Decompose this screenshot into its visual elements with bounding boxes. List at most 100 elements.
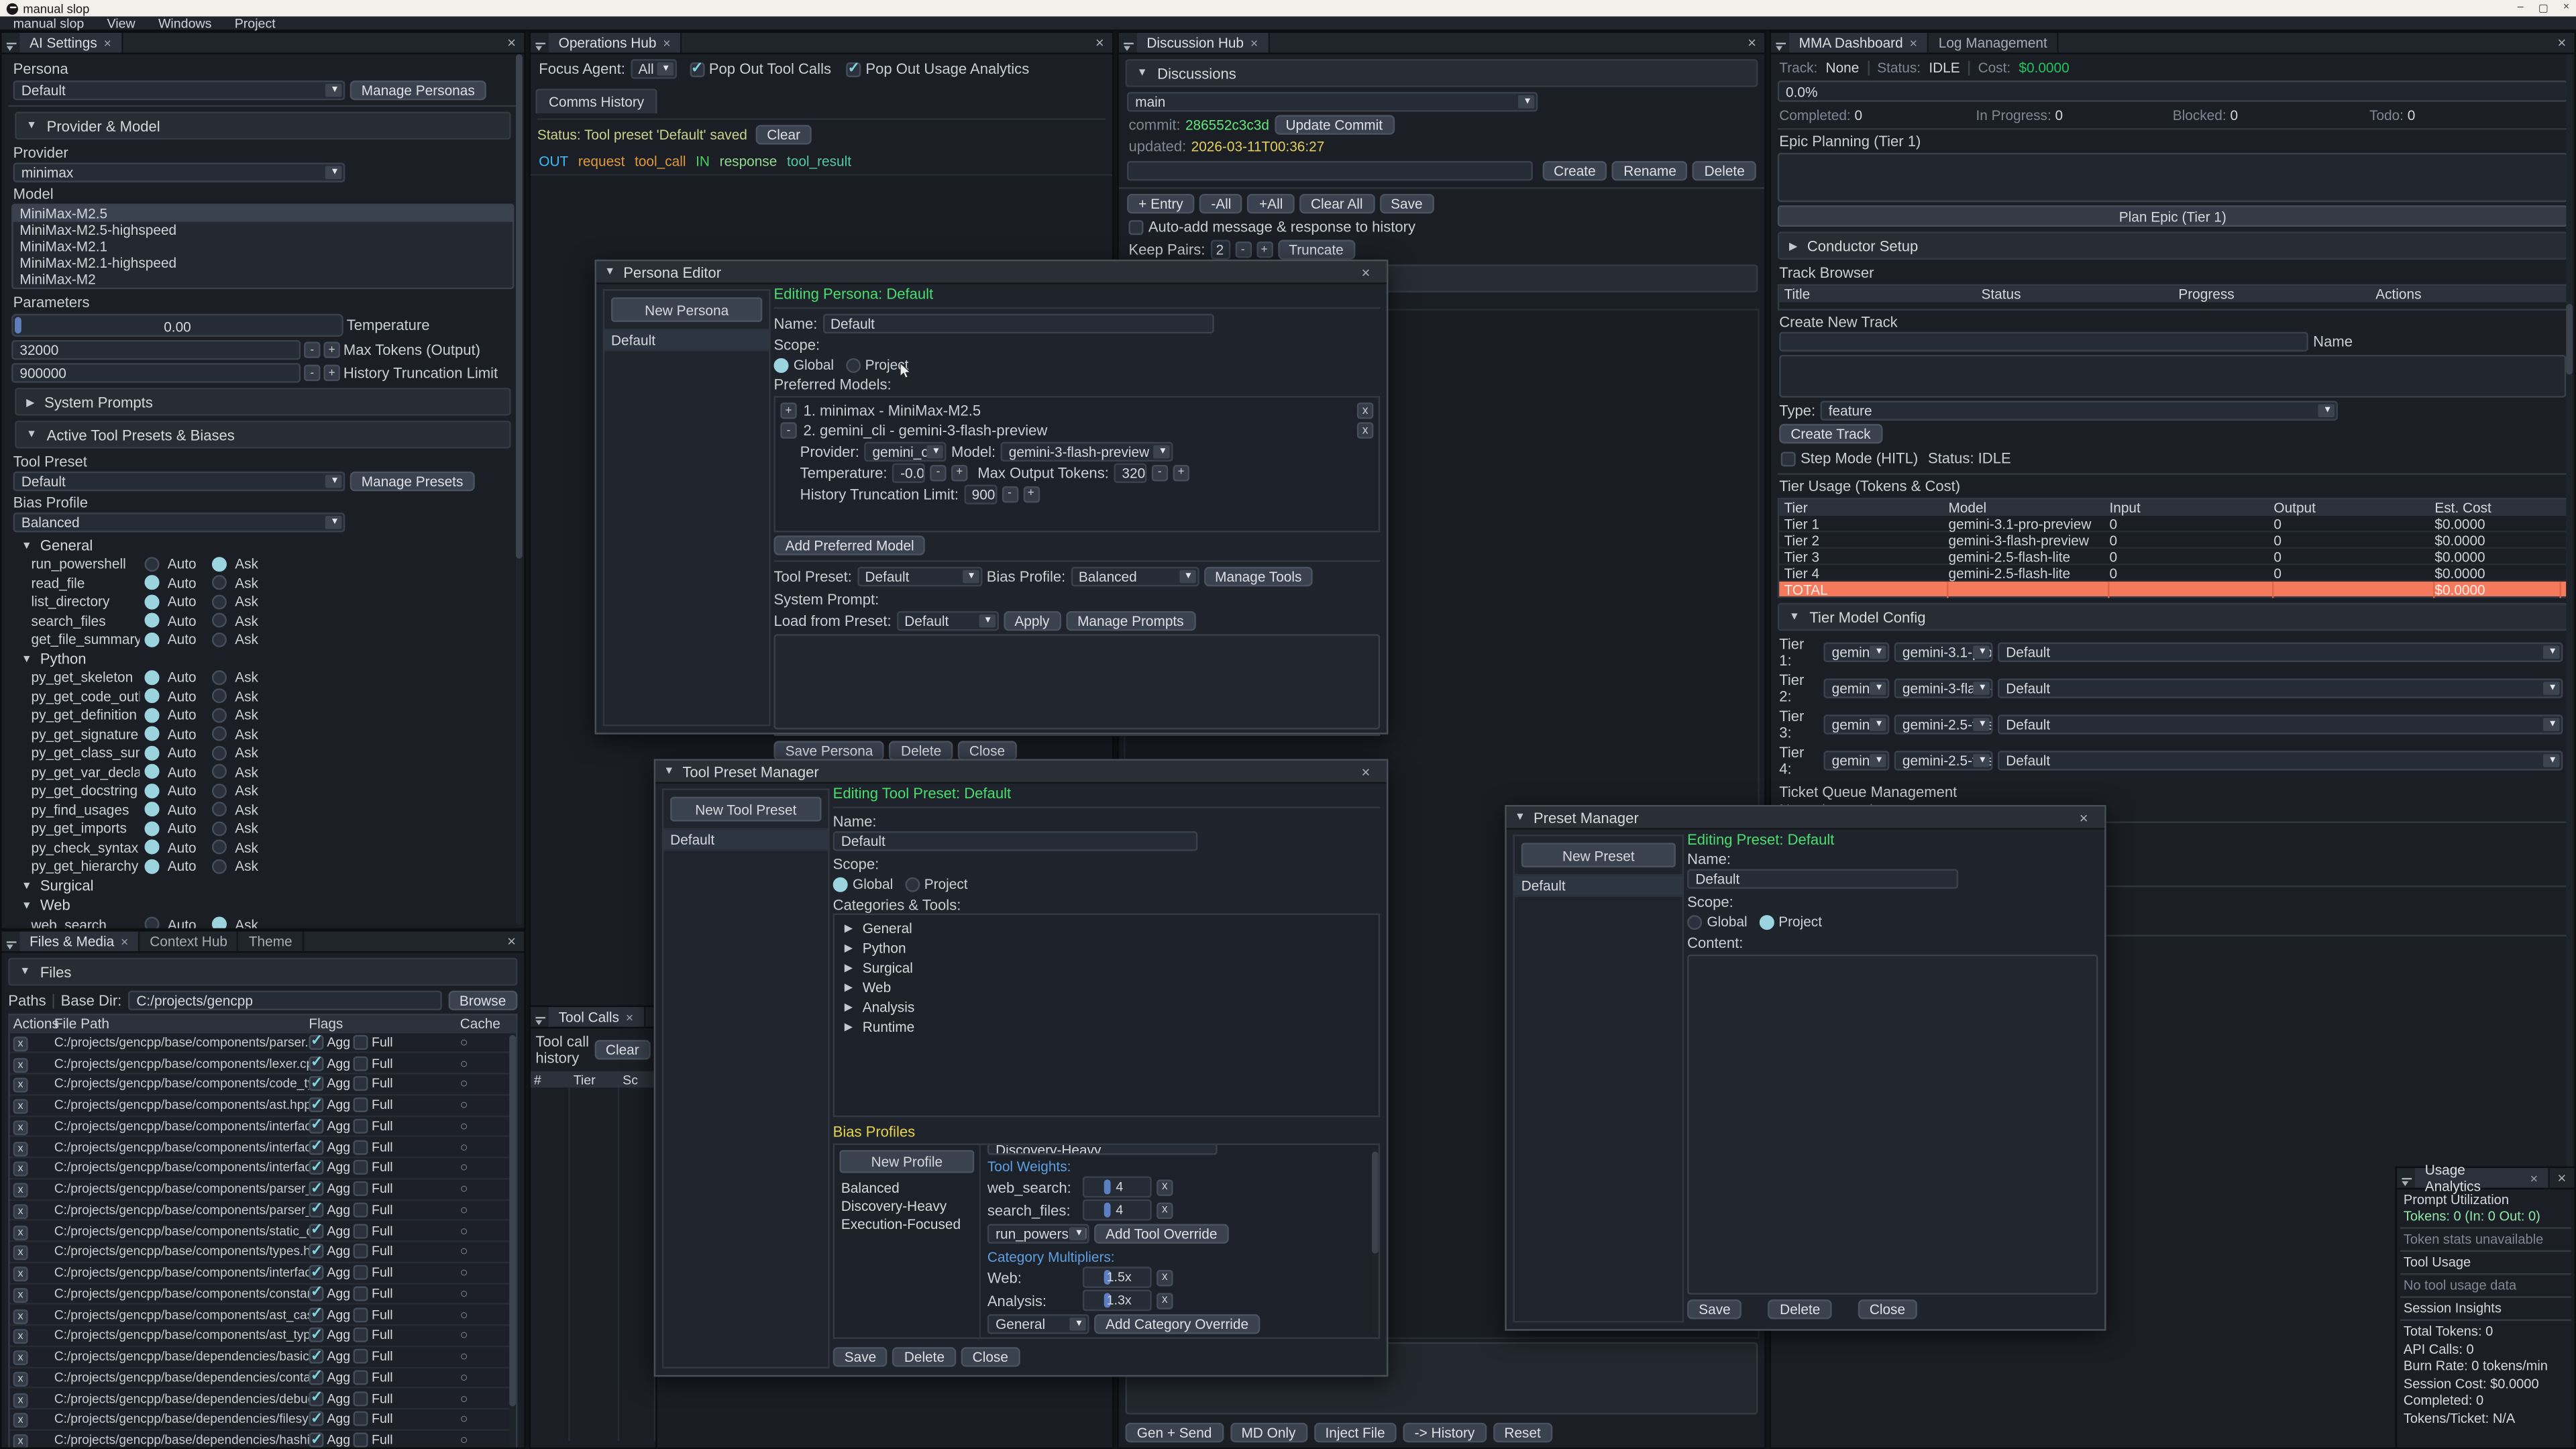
full-checkbox[interactable] — [354, 1118, 368, 1133]
pm-history-input[interactable]: 900000 — [963, 484, 996, 503]
delete-persona-button[interactable]: Delete — [890, 741, 953, 760]
decrement-button[interactable]: - — [304, 341, 320, 358]
ask-radio[interactable] — [212, 613, 227, 628]
category-item[interactable]: ▶General — [845, 920, 1368, 935]
remove-multiplier-button[interactable]: x — [1157, 1269, 1173, 1285]
scrollbar[interactable] — [509, 1035, 516, 1448]
rename-discussion-button[interactable]: Rename — [1612, 161, 1688, 180]
tool-group-header[interactable]: ▼Python — [21, 651, 518, 667]
dock-icon[interactable] — [1119, 33, 1137, 52]
menu-item[interactable]: View — [107, 15, 136, 30]
tier-model-select[interactable]: gemini-2.5-flash▼ — [1894, 751, 1993, 770]
full-checkbox[interactable] — [354, 1328, 368, 1343]
close-tab-icon[interactable]: × — [1909, 36, 1917, 50]
add-category-override-button[interactable]: Add Category Override — [1094, 1314, 1260, 1334]
pm-provider-select[interactable]: gemini_cli▼ — [864, 441, 946, 461]
clear-tool-calls-button[interactable]: Clear — [594, 1040, 651, 1059]
weight-slider[interactable]: 4 — [1083, 1176, 1152, 1197]
max-tokens-input[interactable]: 32000 — [11, 340, 301, 360]
tool-group-header[interactable]: ▼Web — [21, 898, 518, 914]
close-tab-icon[interactable]: × — [121, 934, 128, 949]
clear-status-button[interactable]: Clear — [755, 125, 812, 144]
bias-profile-item[interactable]: Discovery-Heavy — [835, 1196, 979, 1214]
full-checkbox[interactable] — [354, 1286, 368, 1301]
full-checkbox[interactable] — [354, 1202, 368, 1217]
close-dialog-button[interactable]: Close — [958, 741, 1017, 760]
new-persona-button[interactable]: New Persona — [611, 297, 762, 322]
weight-slider[interactable]: 4 — [1083, 1199, 1152, 1221]
agg-checkbox[interactable] — [309, 1265, 323, 1280]
decrement-button[interactable]: - — [930, 464, 946, 480]
composer-button[interactable]: MD Only — [1230, 1423, 1307, 1442]
tier-model-config-header[interactable]: ▼Tier Model Config — [1778, 603, 2568, 631]
composer-button[interactable]: Gen + Send — [1126, 1423, 1224, 1442]
dock-icon[interactable] — [531, 33, 549, 52]
manage-personas-button[interactable]: Manage Personas — [350, 80, 486, 100]
menu-item[interactable]: Project — [235, 15, 276, 30]
remove-file-button[interactable]: x — [13, 1204, 28, 1219]
full-checkbox[interactable] — [354, 1077, 368, 1091]
panel-close-icon[interactable]: × — [499, 34, 524, 50]
full-checkbox[interactable] — [354, 1370, 368, 1385]
save-preset-button[interactable]: Save — [1687, 1299, 1742, 1319]
tier-model-select[interactable]: gemini-3.1-pro-p▼ — [1894, 643, 1993, 662]
system-prompts-section-header[interactable]: ▶System Prompts — [15, 388, 511, 416]
agg-checkbox[interactable] — [309, 1307, 323, 1322]
panel-close-icon[interactable]: × — [1739, 34, 1764, 50]
agg-checkbox[interactable] — [309, 1161, 323, 1175]
update-commit-button[interactable]: Update Commit — [1274, 115, 1394, 134]
scope-global-radio[interactable] — [1687, 914, 1702, 929]
autoadd-checkbox[interactable] — [1128, 219, 1143, 234]
increment-button[interactable]: + — [1173, 464, 1189, 480]
scope-project-radio[interactable] — [1759, 914, 1774, 929]
increment-button[interactable]: + — [1023, 486, 1039, 502]
ask-radio[interactable] — [212, 556, 227, 571]
paths-label[interactable]: Paths — [8, 992, 46, 1008]
pm-temperature-input[interactable]: -0.0 — [892, 462, 925, 482]
collapse-icon[interactable]: ▼ — [1515, 812, 1525, 823]
temperature-slider[interactable]: 0.00 — [11, 314, 343, 337]
maximize-icon[interactable]: ▢ — [2538, 1, 2548, 15]
manage-tools-button[interactable]: Manage Tools — [1203, 567, 1313, 586]
dock-icon[interactable] — [1, 33, 19, 52]
tab-tool-calls[interactable]: Tool Calls× — [549, 1007, 645, 1026]
scope-global-radio[interactable] — [833, 877, 848, 892]
agg-checkbox[interactable] — [309, 1370, 323, 1385]
close-tab-icon[interactable]: × — [663, 36, 670, 50]
full-checkbox[interactable] — [354, 1391, 368, 1405]
full-checkbox[interactable] — [354, 1433, 368, 1448]
decrement-button[interactable]: - — [1152, 464, 1168, 480]
decrement-button[interactable]: - — [304, 365, 320, 381]
browse-button[interactable]: Browse — [448, 991, 518, 1010]
ask-radio[interactable] — [212, 859, 227, 873]
scope-global-radio[interactable] — [773, 358, 788, 372]
tab-mma-dashboard[interactable]: MMA Dashboard× — [1789, 33, 1929, 52]
tier-preset-select[interactable]: Default▼ — [1998, 643, 2563, 662]
increment-button[interactable]: + — [1256, 241, 1272, 258]
panel-close-icon[interactable]: × — [1087, 34, 1112, 50]
dialog-close-icon[interactable]: × — [2072, 809, 2096, 825]
ask-radio[interactable] — [212, 727, 227, 741]
new-profile-button[interactable]: New Profile — [839, 1150, 974, 1173]
discussions-section-header[interactable]: ▼Discussions — [1126, 59, 1758, 87]
remove-file-button[interactable]: x — [13, 1309, 28, 1324]
full-checkbox[interactable] — [354, 1244, 368, 1259]
agg-checkbox[interactable] — [309, 1433, 323, 1448]
conductor-setup-header[interactable]: ▶Conductor Setup — [1778, 231, 2568, 260]
full-checkbox[interactable] — [354, 1181, 368, 1196]
category-item[interactable]: ▶Web — [845, 979, 1368, 995]
multiplier-slider[interactable]: 1.5x — [1083, 1267, 1152, 1288]
panel-close-icon[interactable]: × — [499, 933, 524, 949]
remove-file-button[interactable]: x — [13, 1267, 28, 1281]
full-checkbox[interactable] — [354, 1265, 368, 1280]
remove-file-button[interactable]: x — [13, 1078, 28, 1093]
agg-checkbox[interactable] — [309, 1097, 323, 1112]
manage-presets-button[interactable]: Manage Presets — [350, 472, 475, 491]
remove-weight-button[interactable]: x — [1157, 1201, 1173, 1218]
track-name-input[interactable] — [1779, 332, 2308, 352]
dock-icon[interactable] — [1771, 33, 1789, 52]
category-item[interactable]: ▶Analysis — [845, 999, 1368, 1014]
track-description-textarea[interactable] — [1779, 355, 2566, 398]
close-dialog-button[interactable]: Close — [961, 1347, 1020, 1366]
tier-model-select[interactable]: gemini-2.5-flash▼ — [1894, 714, 1993, 734]
